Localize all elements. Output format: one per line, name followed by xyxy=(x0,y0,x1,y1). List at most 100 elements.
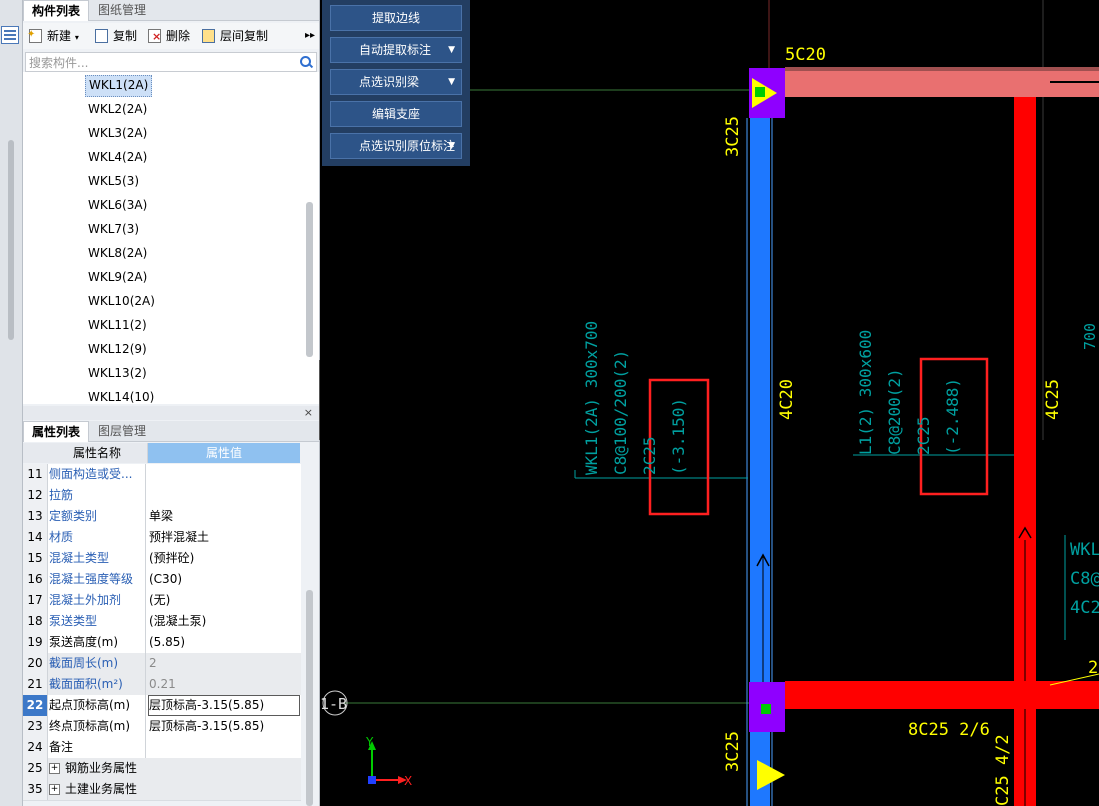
ucs-y-label: Y xyxy=(365,735,374,749)
property-name: + 土建业务属性 xyxy=(49,779,299,800)
menu-button[interactable]: 自动提取标注 ▼ xyxy=(330,37,462,63)
tree-item[interactable]: WKL13(2) xyxy=(85,363,150,383)
floor-copy-button[interactable]: 层间复制 xyxy=(202,27,268,45)
expand-icon[interactable]: + xyxy=(49,763,60,774)
property-row[interactable]: 24 备注 xyxy=(23,737,301,759)
property-value-editor[interactable]: 层顶标高-3.15(5.85) xyxy=(148,695,300,716)
property-value[interactable]: 2 xyxy=(149,653,299,674)
property-row[interactable]: 22 起点顶标高(m) 层顶标高-3.15(5.85) xyxy=(23,695,301,717)
row-number: 20 xyxy=(23,653,48,674)
property-value[interactable] xyxy=(149,464,299,485)
tree-item[interactable]: WKL8(2A) xyxy=(85,243,150,263)
tree-item[interactable]: WKL10(2A) xyxy=(85,291,158,311)
property-value[interactable]: 层顶标高-3.15(5.85) xyxy=(149,716,299,737)
property-row[interactable]: 21 截面面积(m²) 0.21 xyxy=(23,674,301,696)
property-value[interactable]: (无) xyxy=(149,590,299,611)
tree-item[interactable]: WKL9(2A) xyxy=(85,267,150,287)
menu-button[interactable]: 点选识别原位标注 ▼ xyxy=(330,133,462,159)
row-number: 14 xyxy=(23,527,48,548)
new-file-icon: ✦ xyxy=(27,29,42,43)
property-name: 截面周长(m) xyxy=(49,653,146,674)
property-name: 泵送类型 xyxy=(49,611,146,632)
close-icon[interactable]: × xyxy=(304,406,313,419)
tab-drawing-management[interactable]: 图纸管理 xyxy=(90,0,154,20)
property-row[interactable]: 16 混凝土强度等级 (C30) xyxy=(23,569,301,591)
tree-item[interactable]: WKL6(3A) xyxy=(85,195,150,215)
property-value[interactable]: 预拌混凝土 xyxy=(149,527,299,548)
property-row[interactable]: 15 混凝土类型 (预拌砼) xyxy=(23,548,301,570)
menu-button[interactable]: 提取边线 xyxy=(330,5,462,31)
property-row[interactable]: 14 材质 预拌混凝土 xyxy=(23,527,301,549)
tree-item[interactable]: WKL11(2) xyxy=(85,315,150,335)
menu-button-label: 编辑支座 xyxy=(371,107,420,121)
property-value[interactable]: 0.21 xyxy=(149,674,299,695)
panel-splitter[interactable]: × xyxy=(23,406,319,420)
bottom-right-rebar-label: C25 4/2 xyxy=(993,734,1013,806)
tab-component-list[interactable]: 构件列表 xyxy=(23,0,90,21)
tab-layer-management[interactable]: 图层管理 xyxy=(90,421,154,441)
tree-item[interactable]: WKL5(3) xyxy=(85,171,142,191)
row-number: 13 xyxy=(23,506,48,527)
tab-property-list[interactable]: 属性列表 xyxy=(23,421,90,442)
chevron-down-icon[interactable]: ▼ xyxy=(448,38,455,62)
tree-item[interactable]: WKL4(2A) xyxy=(85,147,150,167)
property-value[interactable]: (C30) xyxy=(149,569,299,590)
chevron-down-icon[interactable]: ▼ xyxy=(448,70,455,94)
row-number: 15 xyxy=(23,548,48,569)
property-name: 混凝土类型 xyxy=(49,548,146,569)
property-value[interactable] xyxy=(149,485,299,506)
property-scrollbar[interactable] xyxy=(306,590,313,806)
tree-item[interactable]: WKL12(9) xyxy=(85,339,150,359)
row-number: 35 xyxy=(23,779,48,800)
property-name: 定额类别 xyxy=(49,506,146,527)
property-name: 材质 xyxy=(49,527,146,548)
menu-button[interactable]: 编辑支座 xyxy=(330,101,462,127)
property-value[interactable]: (预拌砼) xyxy=(149,548,299,569)
tree-item[interactable]: WKL2(2A) xyxy=(85,99,150,119)
toolbar-overflow-button[interactable]: ▸▸ xyxy=(305,27,315,45)
component-toolbar: ✦ 新建 ▾ 复制 × 删除 层间复制 ▸▸ xyxy=(23,23,319,49)
tree-item[interactable]: WKL7(3) xyxy=(85,219,142,239)
list-view-icon[interactable] xyxy=(1,26,19,44)
property-row[interactable]: 11 侧面构造或受... xyxy=(23,464,301,486)
row-number: 16 xyxy=(23,569,48,590)
property-row[interactable]: 20 截面周长(m) 2 xyxy=(23,653,301,675)
right-edge-line-1: WKL xyxy=(1070,540,1099,560)
search-placeholder: 搜索构件... xyxy=(29,56,89,70)
property-row[interactable]: 35 + 土建业务属性 xyxy=(23,779,301,801)
property-value[interactable]: (5.85) xyxy=(149,632,299,653)
chevron-down-icon[interactable]: ▼ xyxy=(448,134,455,158)
tree-item[interactable]: WKL3(2A) xyxy=(85,123,150,143)
copy-button[interactable]: 复制 xyxy=(95,27,137,45)
right-edge-line-2: C8@ xyxy=(1070,569,1099,589)
menu-button[interactable]: 点选识别梁 ▼ xyxy=(330,69,462,95)
property-value[interactable]: 单梁 xyxy=(149,506,299,527)
partial-mid-right-label: 2 xyxy=(1088,658,1098,678)
property-value[interactable] xyxy=(149,737,299,758)
property-row[interactable]: 17 混凝土外加剂 (无) xyxy=(23,590,301,612)
row-number: 19 xyxy=(23,632,48,653)
property-row[interactable]: 25 + 钢筋业务属性 xyxy=(23,758,301,780)
tree-item[interactable]: WKL1(2A) xyxy=(85,75,153,97)
property-row[interactable]: 23 终点顶标高(m) 层顶标高-3.15(5.85) xyxy=(23,716,301,738)
beam1-line-2: C8@100/200(2) xyxy=(611,350,630,475)
new-button[interactable]: ✦ 新建 ▾ xyxy=(27,27,79,45)
delete-button[interactable]: × 删除 xyxy=(148,27,190,45)
beam2-line-2: C8@200(2) xyxy=(885,368,904,455)
property-row[interactable]: 13 定额类别 单梁 xyxy=(23,506,301,528)
search-input[interactable]: 搜索构件... xyxy=(25,52,317,72)
property-row[interactable]: 12 拉筋 xyxy=(23,485,301,507)
property-value[interactable]: (混凝土泵) xyxy=(149,611,299,632)
tree-scrollbar[interactable] xyxy=(306,202,313,357)
bottom-rebar-label: 8C25 2/6 xyxy=(908,720,990,740)
tree-item[interactable]: WKL14(10) xyxy=(85,387,157,404)
top-rebar-label: 5C20 xyxy=(785,45,826,65)
menu-button-label: 提取边线 xyxy=(371,11,420,25)
property-row[interactable]: 18 泵送类型 (混凝土泵) xyxy=(23,611,301,633)
row-number: 18 xyxy=(23,611,48,632)
property-row[interactable]: 19 泵送高度(m) (5.85) xyxy=(23,632,301,654)
search-icon[interactable] xyxy=(300,56,311,67)
expand-icon[interactable]: + xyxy=(49,784,60,795)
sidebar-scrollbar[interactable] xyxy=(8,140,14,340)
copy-label: 复制 xyxy=(113,29,138,43)
